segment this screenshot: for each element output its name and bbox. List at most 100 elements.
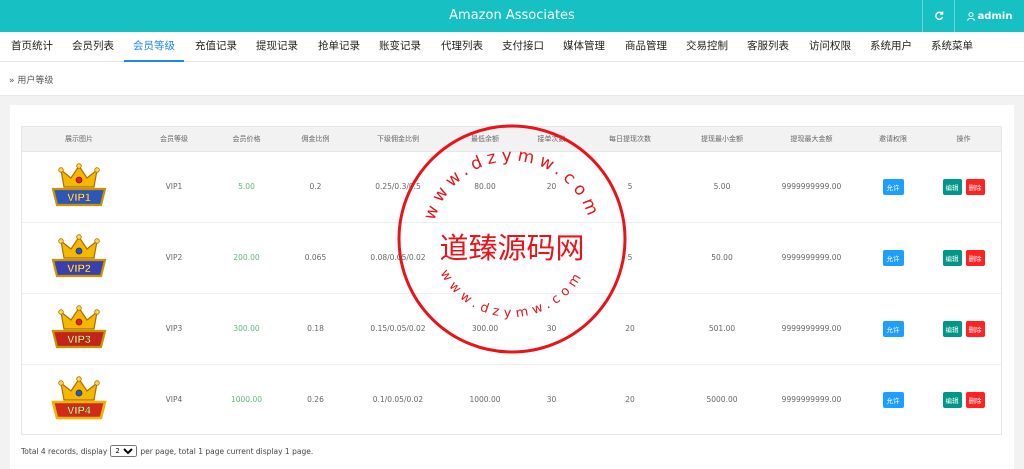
withdraw-min-cell: 50.00 — [681, 222, 763, 294]
orders-cell: 20 — [524, 151, 579, 223]
content-card: 展示图片 会员等级 会员价格 佣金比例 下级佣金比例 最低余额 接单次数 每日提… — [10, 105, 1014, 469]
actions-cell: 编辑 删除 — [926, 364, 1001, 435]
user-menu[interactable]: admin — [954, 0, 1024, 32]
vip-badge-image: VIP2 — [51, 233, 107, 277]
sub-commission-cell: 0.1/0.05/0.02 — [372, 395, 424, 405]
level-cell: VIP4 — [165, 395, 183, 405]
min-balance-cell: 80.00 — [446, 151, 524, 223]
table-row: VIP2 VIP2 200.00 0.065 0.08/0.05/0.02 5 … — [22, 222, 1001, 294]
column-header: 会员等级 — [136, 127, 212, 152]
withdraw-max-cell: 9999999999.00 — [781, 395, 842, 405]
vip-badge-image: VIP1 — [51, 162, 107, 206]
invite-allowed-button[interactable]: 允许 — [882, 178, 904, 195]
daily-withdraw-cell: 20 — [625, 395, 635, 405]
vip-badge-image: VIP4 — [51, 376, 107, 420]
column-header: 每日提现次数 — [579, 127, 681, 152]
edit-button[interactable]: 编辑 — [942, 391, 962, 408]
menu-service-list[interactable]: 客服列表 — [747, 32, 789, 62]
svg-text:VIP3: VIP3 — [67, 334, 91, 346]
pagination-prefix: Total 4 records, display — [21, 446, 108, 456]
withdraw-min-cell: 501.00 — [681, 293, 763, 365]
column-header: 会员价格 — [212, 127, 281, 152]
column-header: 展示图片 — [22, 127, 136, 152]
breadcrumb: » 用户等级 — [9, 76, 54, 86]
menu-trade-control[interactable]: 交易控制 — [686, 32, 728, 62]
menu-system-menu[interactable]: 系统菜单 — [931, 32, 973, 62]
withdraw-max-cell: 9999999999.00 — [763, 222, 860, 294]
menu-agent-list[interactable]: 代理列表 — [441, 32, 483, 62]
table-header-row: 展示图片 会员等级 会员价格 佣金比例 下级佣金比例 最低余额 接单次数 每日提… — [22, 127, 1001, 152]
price-cell: 1000.00 — [230, 395, 262, 405]
commission-cell: 0.26 — [307, 395, 324, 405]
min-balance-cell: 1000.00 — [469, 395, 501, 405]
withdraw-min-cell: 5000.00 — [706, 395, 738, 405]
delete-button[interactable]: 删除 — [965, 320, 985, 337]
top-bar: Amazon Associates admin — [0, 0, 1024, 32]
min-balance-cell: 300.00 — [446, 293, 524, 365]
actions-cell: 编辑 删除 — [926, 151, 1001, 223]
column-header: 提现最大金额 — [763, 127, 860, 152]
menu-order-records[interactable]: 抢单记录 — [318, 32, 360, 62]
commission-cell: 0.18 — [281, 293, 350, 365]
column-header: 接单次数 — [524, 127, 579, 152]
breadcrumb-bar: » 用户等级 — [0, 62, 1024, 96]
delete-button[interactable]: 删除 — [965, 249, 985, 266]
page-size-select[interactable]: 20 — [110, 445, 138, 457]
level-cell: VIP1 — [136, 151, 212, 223]
main-menu: 首页统计 会员列表 会员等级 充值记录 提现记录 抢单记录 账变记录 代理列表 … — [0, 32, 1024, 62]
actions-cell: 编辑 删除 — [926, 293, 1001, 365]
menu-member-level[interactable]: 会员等级 — [124, 32, 184, 62]
withdraw-max-cell: 9999999999.00 — [763, 293, 860, 365]
menu-recharge-records[interactable]: 充值记录 — [195, 32, 237, 62]
invite-allowed-button[interactable]: 允许 — [882, 391, 904, 408]
daily-withdraw-cell: 20 — [579, 293, 681, 365]
level-cell: VIP3 — [136, 293, 212, 365]
orders-cell: 30 — [546, 395, 557, 405]
column-header: 操作 — [926, 127, 1001, 152]
menu-payment-api[interactable]: 支付接口 — [502, 32, 544, 62]
actions-cell: 编辑 删除 — [926, 222, 1001, 294]
table-row: VIP1 VIP1 5.00 0.2 0.25/0.3/0.5 80.00 20… — [22, 151, 1001, 223]
invite-allowed-button[interactable]: 允许 — [882, 320, 904, 337]
menu-member-list[interactable]: 会员列表 — [72, 32, 114, 62]
edit-button[interactable]: 编辑 — [942, 320, 962, 337]
pagination: Total 4 records, display 20 per page, to… — [21, 445, 313, 457]
vip-badge-image: VIP3 — [51, 304, 107, 348]
level-table-container: 展示图片 会员等级 会员价格 佣金比例 下级佣金比例 最低余额 接单次数 每日提… — [21, 126, 1002, 435]
menu-media-management[interactable]: 媒体管理 — [563, 32, 605, 62]
refresh-button[interactable] — [922, 0, 954, 32]
menu-system-users[interactable]: 系统用户 — [870, 32, 912, 62]
badge-cell: VIP1 — [22, 151, 136, 223]
column-header: 佣金比例 — [281, 127, 350, 152]
svg-text:VIP2: VIP2 — [67, 263, 91, 275]
invite-cell: 允许 — [860, 151, 926, 223]
invite-cell: 允许 — [860, 222, 926, 294]
svg-text:VIP4: VIP4 — [67, 405, 92, 417]
delete-button[interactable]: 删除 — [965, 178, 985, 195]
badge-cell: VIP4 — [22, 364, 136, 435]
orders-cell: 30 — [524, 293, 579, 365]
user-name: admin — [977, 10, 1013, 22]
menu-withdraw-records[interactable]: 提现记录 — [256, 32, 298, 62]
edit-button[interactable]: 编辑 — [942, 249, 962, 266]
level-cell: VIP2 — [136, 222, 212, 294]
invite-allowed-button[interactable]: 允许 — [882, 249, 904, 266]
menu-product-management[interactable]: 商品管理 — [625, 32, 667, 62]
daily-withdraw-cell: 5 — [579, 222, 681, 294]
withdraw-max-cell: 9999999999.00 — [763, 151, 860, 223]
edit-button[interactable]: 编辑 — [942, 178, 962, 195]
table-row: VIP4 VIP4 1000.00 0.26 0.1/0.05/0.02 100… — [22, 364, 1001, 435]
orders-cell — [524, 222, 579, 294]
daily-withdraw-cell: 5 — [579, 151, 681, 223]
delete-button[interactable]: 删除 — [965, 391, 985, 408]
menu-access-permissions[interactable]: 访问权限 — [809, 32, 851, 62]
pagination-suffix: per page, total 1 page current display 1… — [140, 446, 314, 456]
min-balance-cell — [446, 222, 524, 294]
withdraw-min-cell: 5.00 — [681, 151, 763, 223]
invite-cell: 允许 — [860, 293, 926, 365]
menu-home-stats[interactable]: 首页统计 — [11, 32, 53, 62]
menu-balance-records[interactable]: 账变记录 — [379, 32, 421, 62]
badge-cell: VIP2 — [22, 222, 136, 294]
column-header: 邀请权限 — [860, 127, 926, 152]
sub-commission-cell: 0.15/0.05/0.02 — [350, 293, 446, 365]
